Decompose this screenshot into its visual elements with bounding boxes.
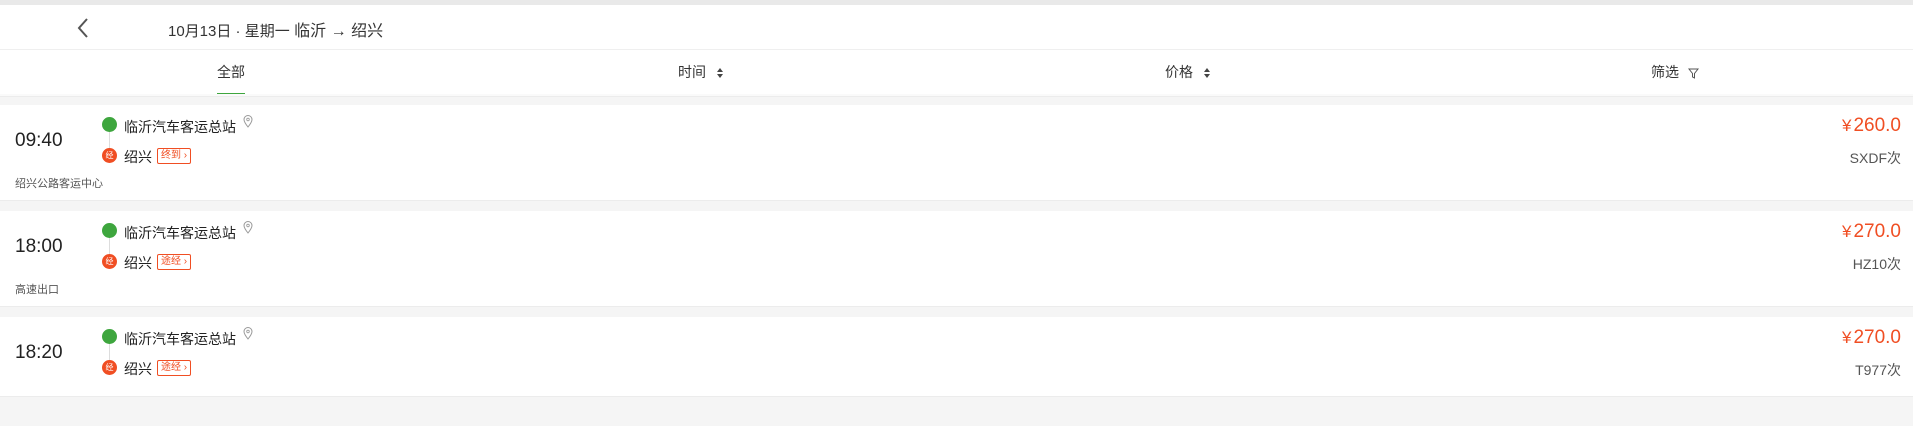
- tab-all[interactable]: 全部: [217, 50, 245, 95]
- filter-icon: [1687, 68, 1699, 79]
- ticket-price: ¥270.0: [1842, 327, 1901, 349]
- currency-symbol: ¥: [1841, 328, 1852, 347]
- train-number: SXDF次: [1849, 150, 1901, 166]
- train-number: HZ10次: [1852, 256, 1901, 272]
- list-divider: [0, 94, 1913, 97]
- end-tag-label: 途经: [161, 362, 181, 373]
- start-dot-icon: [102, 117, 117, 132]
- price-value: 260.0: [1853, 115, 1901, 136]
- end-tag-button[interactable]: 途经 ›: [157, 360, 192, 376]
- start-station: 临沂汽车客运总站: [124, 221, 253, 243]
- end-tag-label: 途经: [161, 256, 181, 267]
- origin-city: 临沂: [294, 23, 327, 40]
- sort-icon: [1203, 68, 1210, 79]
- ticket-price: ¥270.0: [1842, 221, 1901, 243]
- tab-filter[interactable]: 筛选: [1651, 50, 1699, 94]
- start-dot-icon: [102, 223, 117, 238]
- start-station-label: 临沂汽车客运总站: [124, 225, 236, 241]
- trip-card[interactable]: 09:40 临沂汽车客运总站 经 绍兴 终到 › ¥260.0 SXDF次 绍兴…: [0, 105, 1913, 201]
- start-station: 临沂汽车客运总站: [124, 327, 253, 349]
- end-tag-button[interactable]: 终到 ›: [157, 148, 192, 164]
- stop-badge-icon: 经: [102, 360, 117, 375]
- start-station: 临沂汽车客运总站: [124, 115, 253, 137]
- back-button[interactable]: [70, 13, 100, 43]
- tab-filter-label: 筛选: [1651, 64, 1679, 80]
- header-bar: 10月13日 · 星期一 临沂 → 绍兴: [0, 5, 1913, 49]
- stop-badge-icon: 经: [102, 148, 117, 163]
- departure-time: 09:40: [15, 130, 63, 151]
- end-station: 绍兴: [124, 149, 152, 165]
- end-station: 绍兴: [124, 361, 152, 377]
- train-number: T977次: [1855, 362, 1901, 378]
- chevron-left-icon: [77, 18, 88, 38]
- stop-badge-icon: 经: [102, 254, 117, 269]
- start-station-label: 临沂汽车客运总站: [124, 331, 236, 347]
- trip-card[interactable]: 18:20 临沂汽车客运总站 经 绍兴 途经 › ¥270.0 T977次: [0, 317, 1913, 397]
- start-station-label: 临沂汽车客运总站: [124, 119, 236, 135]
- destination-city: 绍兴: [351, 23, 384, 40]
- location-pin-icon[interactable]: [243, 115, 253, 128]
- tab-all-label: 全部: [217, 64, 245, 80]
- travel-date: 10月13日 · 星期一: [168, 23, 290, 40]
- start-dot-icon: [102, 329, 117, 344]
- price-value: 270.0: [1853, 327, 1901, 348]
- tab-bar: 全部 时间 价格 筛选: [0, 49, 1913, 95]
- trip-card[interactable]: 18:00 临沂汽车客运总站 经 绍兴 途经 › ¥270.0 HZ10次 高速…: [0, 211, 1913, 307]
- departure-time: 18:20: [15, 342, 63, 363]
- currency-symbol: ¥: [1841, 222, 1852, 241]
- tab-time-label: 时间: [678, 64, 706, 80]
- location-pin-icon[interactable]: [243, 221, 253, 234]
- tab-time-sort[interactable]: 时间: [678, 50, 724, 94]
- trip-note: 绍兴公路客运中心: [15, 178, 103, 190]
- end-station: 绍兴: [124, 255, 152, 271]
- trip-note: 高速出口: [15, 284, 59, 296]
- arrow-icon: →: [330, 23, 347, 40]
- location-pin-icon[interactable]: [243, 327, 253, 340]
- sort-icon: [716, 68, 723, 79]
- end-tag-label: 终到: [161, 150, 181, 161]
- route-title: 10月13日 · 星期一 临沂 → 绍兴: [168, 17, 383, 41]
- price-value: 270.0: [1853, 221, 1901, 242]
- departure-time: 18:00: [15, 236, 63, 257]
- end-tag-button[interactable]: 途经 ›: [157, 254, 192, 270]
- tab-price-label: 价格: [1165, 64, 1193, 80]
- currency-symbol: ¥: [1841, 116, 1852, 135]
- ticket-price: ¥260.0: [1842, 115, 1901, 137]
- tab-price-sort[interactable]: 价格: [1165, 50, 1211, 94]
